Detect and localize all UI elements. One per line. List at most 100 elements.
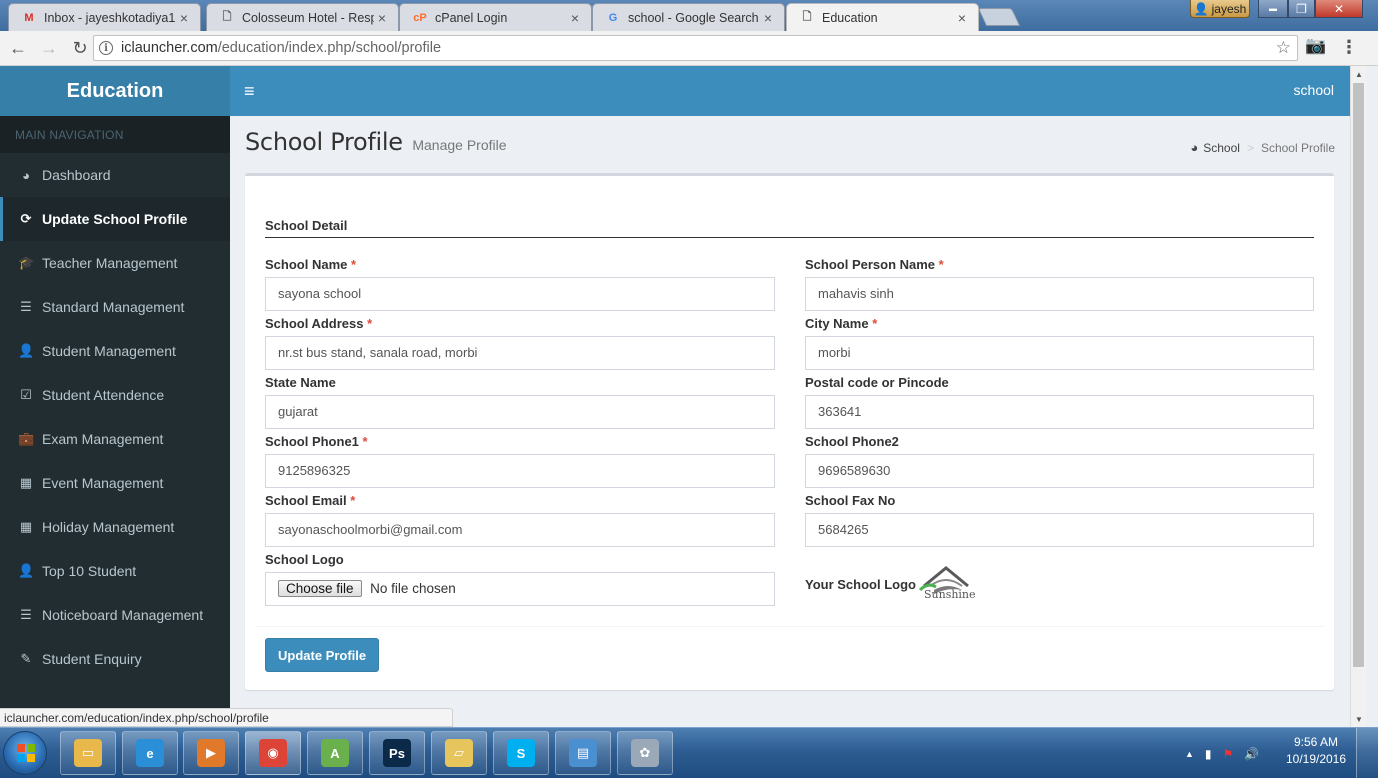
text-input[interactable]: 9125896325 (265, 454, 775, 488)
url-path: /education/index.php/school/profile (217, 40, 442, 56)
taskbar-app-button[interactable]: S (493, 731, 549, 775)
sidebar-item[interactable]: ☰ Noticeboard Management (0, 593, 230, 637)
scroll-up-arrow-icon[interactable]: ▲ (1351, 66, 1367, 82)
browser-tab[interactable]: cP cPanel Login × (399, 3, 592, 31)
browser-tab[interactable]: 🗋 Education × (786, 3, 979, 31)
tab-close-icon[interactable]: × (954, 10, 970, 26)
sidebar-item[interactable]: ▦ Event Management (0, 461, 230, 505)
forward-button[interactable]: → (36, 35, 62, 61)
required-mark: * (938, 257, 944, 272)
clock[interactable]: 9:56 AM 10/19/2016 (1284, 734, 1348, 768)
field-label: School Person Name * (805, 257, 1314, 277)
sidebar-item[interactable]: 👤 Top 10 Student (0, 549, 230, 593)
scroll-down-arrow-icon[interactable]: ▼ (1351, 711, 1367, 727)
reload-button[interactable]: ↻ (67, 35, 93, 61)
browser-tab[interactable]: Gschool - Google Search × (592, 3, 785, 31)
camera-icon[interactable]: 📷 (1305, 36, 1326, 56)
breadcrumb-current: School Profile (1260, 140, 1335, 155)
browser-menu-icon[interactable]: ⋮ (1340, 37, 1358, 58)
info-icon[interactable]: i (99, 41, 113, 55)
page-icon: 🗋 (802, 11, 812, 23)
text-input[interactable]: 5684265 (805, 513, 1314, 547)
window-close-button[interactable]: ✕ (1315, 0, 1363, 18)
field-label: School Phone2 (805, 434, 1314, 454)
page-icon: 🗋 (222, 11, 232, 23)
profile-button[interactable]: 👤 jayesh (1190, 0, 1250, 18)
text-input[interactable]: gujarat (265, 395, 775, 429)
content-header: School Profile Manage Profile ◕ School >… (245, 128, 1335, 168)
field-label: School Logo (265, 552, 344, 567)
text-input[interactable]: morbi (805, 336, 1314, 370)
update-profile-button[interactable]: Update Profile (265, 638, 380, 672)
action-center-icon[interactable]: ⚑ (1223, 747, 1234, 761)
app-logo[interactable]: Education (0, 66, 230, 116)
sidebar-item[interactable]: ◕ Dashboard (0, 153, 230, 197)
sidebar-item[interactable]: 💼 Exam Management (0, 417, 230, 461)
text-input[interactable]: sayonaschoolmorbi@gmail.com (265, 513, 775, 547)
taskbar-app-button[interactable]: ✿ (617, 731, 673, 775)
volume-icon[interactable]: 🔊 (1244, 747, 1259, 761)
taskbar-app-button[interactable]: ▱ (431, 731, 487, 775)
choose-file-button[interactable]: Choose file (278, 580, 362, 597)
taskbar-app-button[interactable]: ▭ (60, 731, 116, 775)
browser-tab[interactable]: M Inbox - jayeshkotadiya1994× (8, 3, 201, 31)
graduation-cap-icon: 🎓 (18, 255, 35, 270)
sidebar-item-label: Holiday Management (42, 519, 175, 535)
tab-close-icon[interactable]: × (567, 10, 583, 26)
taskbar-app-button[interactable]: e (122, 731, 178, 775)
page-scrollbar[interactable]: ▲ ▼ (1350, 66, 1366, 727)
taskbar-app-button[interactable]: Ps (369, 731, 425, 775)
tab-close-icon[interactable]: × (760, 10, 776, 26)
cpanel-icon: cP (413, 11, 427, 24)
back-arrow-icon: ← (9, 37, 27, 58)
taskbar-app-button[interactable]: ▶ (183, 731, 239, 775)
school-logo-image: Sunshine (918, 560, 976, 616)
text-input[interactable]: 363641 (805, 395, 1314, 429)
sidebar-item[interactable]: ☰ Standard Management (0, 285, 230, 329)
text-input[interactable]: 9696589630 (805, 454, 1314, 488)
taskbar-app-button[interactable]: ▤ (555, 731, 611, 775)
sidebar-toggle-icon[interactable]: ≡ (244, 81, 255, 102)
briefcase-icon: 💼 (18, 431, 35, 446)
maximize-button[interactable]: ❐ (1288, 0, 1315, 18)
sidebar-item[interactable]: 👤 Student Management (0, 329, 230, 373)
file-status: No file chosen (370, 581, 456, 596)
field-label: School Name * (265, 257, 775, 277)
show-desktop-button[interactable] (1356, 728, 1378, 778)
scrollbar-thumb[interactable] (1353, 83, 1364, 667)
start-button[interactable] (3, 731, 47, 775)
sidebar-item[interactable]: ▦ Holiday Management (0, 505, 230, 549)
minimize-button[interactable]: ▬ (1258, 0, 1288, 18)
text-input[interactable]: sayona school (265, 277, 775, 311)
sidebar-item[interactable]: ⟳ Update School Profile (0, 197, 230, 241)
text-input[interactable]: nr.st bus stand, sanala road, morbi (265, 336, 775, 370)
tab-title: school - Google Search (628, 10, 759, 25)
sidebar-item[interactable]: ☑ Student Attendence (0, 373, 230, 417)
field-label: City Name * (805, 316, 1314, 336)
taskbar-app-button[interactable]: ◉ (245, 731, 301, 775)
browser-tab[interactable]: 🗋 Colosseum Hotel - Responsive× (206, 3, 399, 31)
user-icon: 👤 (18, 343, 35, 358)
tray-expand-icon[interactable]: ▲ (1185, 749, 1194, 759)
bookmark-star-icon[interactable]: ☆ (1276, 38, 1291, 58)
form-field: School Phone2 9696589630 (805, 434, 1314, 488)
tab-close-icon[interactable]: × (176, 10, 192, 26)
new-tab-button[interactable] (977, 8, 1021, 26)
sidebar-item-label: Student Enquiry (42, 651, 142, 667)
address-bar[interactable]: i iclauncher.com/education/index.php/sch… (93, 35, 1298, 61)
calendar-check-icon: ☑ (20, 387, 32, 402)
user-menu[interactable]: school (1294, 82, 1334, 98)
gmail-icon: M (24, 11, 34, 24)
school-logo-file-input[interactable]: Choose file No file chosen (265, 572, 775, 606)
folder-icon: ▱ (445, 739, 473, 767)
breadcrumb-home-link[interactable]: School (1203, 141, 1240, 155)
tab-close-icon[interactable]: × (374, 10, 390, 26)
close-icon: ✕ (1333, 1, 1345, 16)
sidebar-item[interactable]: 🎓 Teacher Management (0, 241, 230, 285)
back-button[interactable]: ← (5, 35, 31, 61)
text-input[interactable]: mahavis sinh (805, 277, 1314, 311)
clock-date: 10/19/2016 (1285, 752, 1347, 766)
taskbar-app-button[interactable]: A (307, 731, 363, 775)
network-icon[interactable]: ▮ (1205, 747, 1212, 761)
sidebar-item[interactable]: ✎ Student Enquiry (0, 637, 230, 681)
